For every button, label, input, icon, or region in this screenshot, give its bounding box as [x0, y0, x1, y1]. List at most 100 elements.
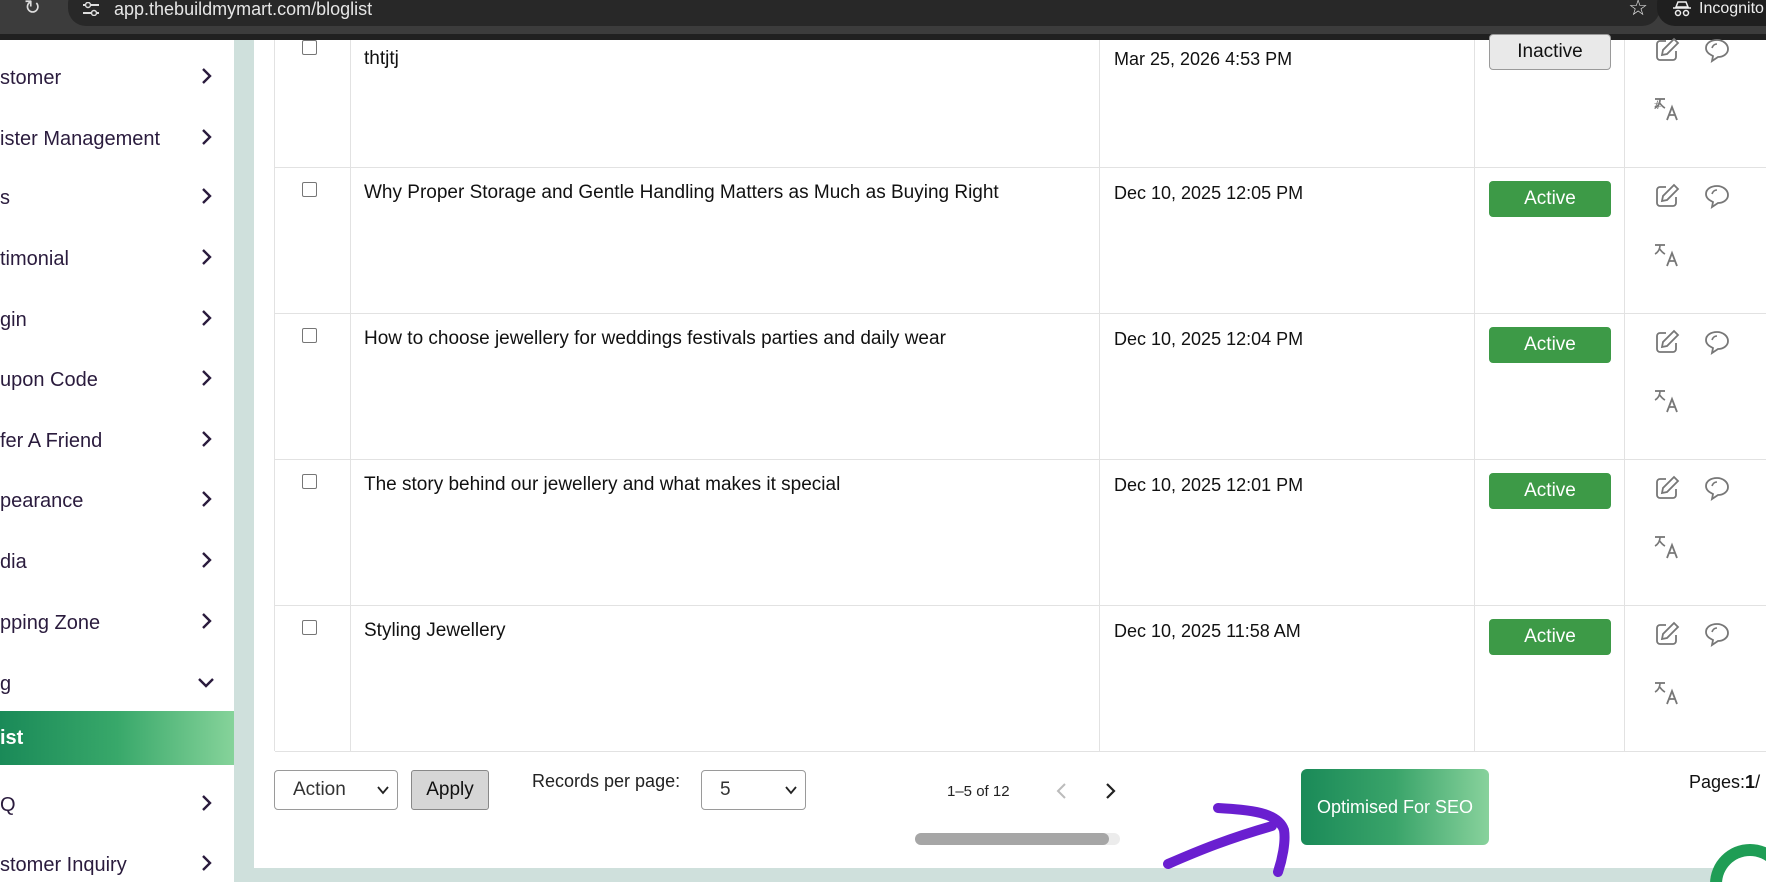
select-cell	[275, 314, 351, 459]
chevron-right-icon[interactable]	[1102, 781, 1118, 801]
sidebar-item-coupon-code[interactable]: upon Code	[0, 350, 234, 406]
blog-title[interactable]: How to choose jewellery for weddings fes…	[364, 328, 946, 350]
chevron-down-icon	[785, 786, 797, 795]
date-cell: Dec 10, 2025 11:58 AM	[1100, 606, 1475, 751]
sidebar-item-faq[interactable]: Q	[0, 775, 234, 831]
content-gutter	[234, 40, 254, 882]
date-cell: Dec 10, 2025 12:04 PM	[1100, 314, 1475, 459]
title-cell: The story behind our jewellery and what …	[351, 460, 1100, 605]
records-per-page-select[interactable]: 5	[701, 770, 806, 810]
reload-icon[interactable]: ↻	[24, 0, 50, 20]
row-checkbox[interactable]	[302, 328, 317, 343]
address-bar[interactable]: app.thebuildmymart.com/bloglist ☆	[68, 0, 1660, 26]
blog-table: thtjtj Mar 25, 2026 4:53 PM Inactive ⧣ W…	[274, 34, 1766, 752]
main-content: thtjtj Mar 25, 2026 4:53 PM Inactive ⧣ W…	[254, 34, 1766, 868]
sidebar-item-testimonial[interactable]: timonial	[0, 229, 234, 285]
blog-title[interactable]: thtjtj	[364, 48, 399, 70]
comment-icon[interactable]	[1703, 620, 1731, 648]
date-cell: Dec 10, 2025 12:01 PM	[1100, 460, 1475, 605]
edit-icon[interactable]	[1653, 474, 1681, 502]
status-toggle-button[interactable]: Active	[1489, 473, 1611, 509]
bulk-action-select[interactable]: Action	[274, 770, 398, 810]
edit-icon[interactable]	[1653, 36, 1681, 64]
sidebar-item-shipping-zone[interactable]: pping Zone	[0, 593, 234, 649]
blog-title[interactable]: Styling Jewellery	[364, 620, 506, 642]
status-toggle-button[interactable]: Active	[1489, 181, 1611, 217]
translate-icon[interactable]	[1653, 678, 1681, 706]
chat-widget-inner	[1722, 856, 1766, 882]
edit-icon[interactable]	[1653, 620, 1681, 648]
select-cell	[275, 168, 351, 313]
select-cell	[275, 606, 351, 751]
edit-icon[interactable]	[1653, 328, 1681, 356]
chevron-right-icon	[202, 68, 212, 84]
translate-icon[interactable]	[1653, 532, 1681, 560]
sidebar-item-appearance[interactable]: pearance	[0, 471, 234, 527]
row-checkbox[interactable]	[302, 474, 317, 489]
sidebar-item-bloglist[interactable]: ist	[0, 711, 234, 765]
incognito-label: Incognito	[1699, 0, 1764, 17]
apply-button[interactable]: Apply	[411, 770, 489, 810]
sidebar-item-label: pearance	[0, 490, 84, 512]
translate-icon[interactable]	[1653, 240, 1681, 268]
sidebar-item-login[interactable]: gin	[0, 290, 234, 346]
translate-icon[interactable]: ⧣	[1653, 94, 1681, 122]
pages-indicator: Pages:1/	[1689, 772, 1760, 792]
sidebar-item-customer[interactable]: stomer	[0, 48, 234, 104]
select-cell	[275, 460, 351, 605]
sidebar: stomer ister Management s timonial gin u…	[0, 40, 234, 882]
optimised-for-seo-button[interactable]: Optimised For SEO	[1301, 769, 1489, 845]
chevron-right-icon	[202, 491, 212, 507]
horizontal-scrollbar-thumb[interactable]	[915, 833, 1109, 845]
translate-icon[interactable]	[1653, 386, 1681, 414]
incognito-badge[interactable]: Incognito	[1657, 0, 1766, 26]
chevron-right-icon	[202, 188, 212, 204]
status-cell: Inactive	[1475, 34, 1625, 167]
sidebar-item-label: s	[0, 187, 10, 209]
title-cell: How to choose jewellery for weddings fes…	[351, 314, 1100, 459]
chevron-right-icon	[202, 613, 212, 629]
title-cell: thtjtj	[351, 40, 1100, 167]
blog-date: Dec 10, 2025 12:04 PM	[1114, 329, 1304, 349]
site-settings-icon[interactable]	[82, 2, 100, 16]
chevron-right-icon	[202, 249, 212, 265]
pages-current: 1	[1745, 772, 1756, 792]
sidebar-item-label: dia	[0, 551, 27, 573]
table-row: Styling Jewellery Dec 10, 2025 11:58 AM …	[275, 606, 1766, 752]
sidebar-item-s[interactable]: s	[0, 168, 234, 224]
comment-icon[interactable]	[1703, 36, 1731, 64]
blog-date: Dec 10, 2025 11:58 AM	[1114, 621, 1301, 641]
row-checkbox[interactable]	[302, 620, 317, 635]
actions-cell: ⧣	[1625, 37, 1766, 167]
sidebar-item-blog[interactable]: g	[0, 654, 234, 710]
chevron-left-icon[interactable]	[1054, 781, 1070, 801]
status-toggle-button[interactable]: Inactive	[1489, 34, 1611, 70]
chevron-right-icon	[202, 795, 212, 811]
date-cell: Mar 25, 2026 4:53 PM	[1100, 40, 1475, 167]
bookmark-star-icon[interactable]: ☆	[1628, 0, 1648, 19]
sidebar-item-master-management[interactable]: ister Management	[0, 109, 234, 165]
status-toggle-button[interactable]: Active	[1489, 619, 1611, 655]
blog-title[interactable]: Why Proper Storage and Gentle Handling M…	[364, 182, 999, 204]
blog-date: Dec 10, 2025 12:01 PM	[1114, 475, 1304, 495]
title-cell: Styling Jewellery	[351, 606, 1100, 751]
chevron-right-icon	[202, 129, 212, 145]
incognito-icon	[1673, 1, 1691, 17]
sidebar-item-media[interactable]: dia	[0, 532, 234, 588]
chevron-right-icon	[202, 370, 212, 386]
date-cell: Dec 10, 2025 12:05 PM	[1100, 168, 1475, 313]
status-toggle-button[interactable]: Active	[1489, 327, 1611, 363]
sidebar-item-label: timonial	[0, 248, 69, 270]
comment-icon[interactable]	[1703, 182, 1731, 210]
row-checkbox[interactable]	[302, 182, 317, 197]
sidebar-item-label: g	[0, 673, 12, 695]
comment-icon[interactable]	[1703, 328, 1731, 356]
blog-title[interactable]: The story behind our jewellery and what …	[364, 474, 840, 496]
comment-icon[interactable]	[1703, 474, 1731, 502]
sidebar-item-label: stomer	[0, 67, 62, 89]
edit-icon[interactable]	[1653, 182, 1681, 210]
row-checkbox[interactable]	[302, 40, 317, 55]
sidebar-item-refer-a-friend[interactable]: fer A Friend	[0, 411, 234, 467]
sidebar-item-customer-inquiry[interactable]: stomer Inquiry	[0, 835, 234, 882]
url-text[interactable]: app.thebuildmymart.com/bloglist	[114, 0, 372, 18]
